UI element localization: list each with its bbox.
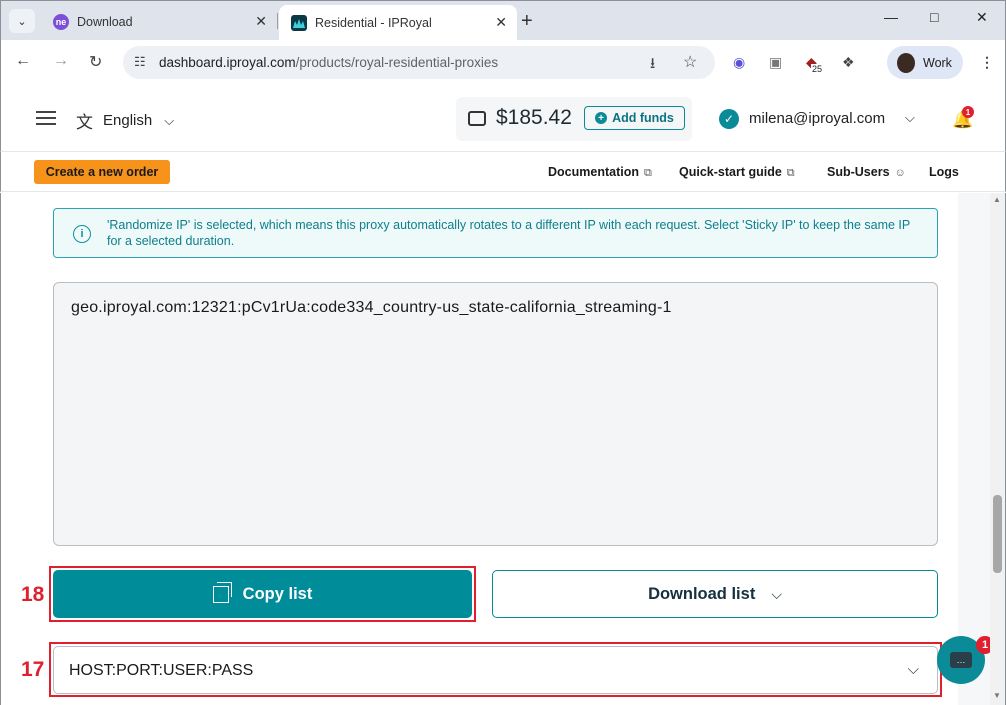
- page-gutter: [958, 193, 990, 705]
- chevron-down-icon: ⌄: [17, 15, 27, 28]
- browser-menu-icon[interactable]: ⋮: [980, 54, 994, 71]
- wallet-icon: [468, 111, 486, 126]
- address-bar[interactable]: ☷ dashboard.iproyal.com/products/royal-r…: [123, 46, 715, 79]
- back-icon[interactable]: ←: [15, 52, 31, 70]
- profile-button[interactable]: Work: [887, 46, 963, 79]
- page-scrollbar[interactable]: ▲ ▼: [990, 193, 1006, 705]
- url-text: dashboard.iproyal.com/products/royal-res…: [159, 55, 498, 70]
- external-link-icon: ⧉: [786, 167, 795, 179]
- add-funds-label: Add funds: [612, 111, 674, 125]
- bookmark-star-icon[interactable]: ☆: [683, 52, 697, 72]
- annotation-number: 18: [21, 583, 45, 606]
- plus-icon: +: [595, 112, 608, 124]
- lens-extension-icon[interactable]: ◉: [733, 54, 745, 71]
- balance-amount: $185.42: [496, 106, 572, 129]
- language-label: English: [103, 112, 153, 129]
- close-tab-icon[interactable]: ✕: [255, 13, 267, 30]
- quick-start-label: Quick-start guide: [679, 165, 782, 179]
- scrollbar-thumb[interactable]: [993, 495, 1002, 573]
- chevron-down-icon: ⌵: [771, 585, 782, 602]
- hamburger-menu-icon[interactable]: [36, 111, 56, 125]
- tab-title: Download: [77, 15, 133, 29]
- documentation-link[interactable]: Documentation ⧉: [548, 165, 652, 180]
- tab-search-button[interactable]: ⌄: [9, 9, 35, 33]
- annotation-number: 17: [21, 658, 45, 681]
- logs-link[interactable]: Logs: [929, 165, 959, 179]
- iproyal-favicon-icon: [291, 15, 307, 31]
- randomize-ip-info-banner: i 'Randomize IP' is selected, which mean…: [53, 208, 938, 258]
- maximize-icon[interactable]: □: [930, 9, 938, 25]
- close-tab-icon[interactable]: ✕: [495, 14, 507, 31]
- documentation-label: Documentation: [548, 165, 639, 179]
- sub-navigation: Create a new order Documentation ⧉ Quick-…: [0, 152, 1006, 192]
- users-icon: ☺: [894, 167, 906, 179]
- browser-tab-bar: ⌄ ne Download ✕ Residential - IPRoyal ✕ …: [0, 0, 1006, 41]
- close-window-icon[interactable]: ✕: [976, 9, 988, 26]
- url-path: /products/royal-residential-proxies: [295, 55, 499, 70]
- extensions-puzzle-icon[interactable]: ❖: [842, 54, 855, 71]
- install-app-icon[interactable]: ⭳: [650, 53, 655, 78]
- forward-icon[interactable]: →: [53, 52, 69, 70]
- tab-download[interactable]: ne Download ✕: [41, 7, 277, 37]
- account-email[interactable]: milena@iproyal.com: [749, 110, 885, 127]
- tab-residential-iproyal[interactable]: Residential - IPRoyal ✕: [279, 5, 517, 41]
- chevron-down-icon: ⌵: [164, 112, 175, 128]
- download-list-label: Download list: [648, 584, 756, 603]
- tab-divider: [277, 13, 278, 29]
- info-text: 'Randomize IP' is selected, which means …: [107, 218, 910, 248]
- site-settings-icon[interactable]: ☷: [134, 54, 146, 70]
- verified-badge-icon: ✓: [719, 109, 739, 129]
- sub-users-label: Sub-Users: [827, 165, 890, 179]
- proxy-list-textarea[interactable]: geo.iproyal.com:12321:pCv1rUa:code334_co…: [53, 282, 938, 546]
- chevron-down-icon[interactable]: ⌵: [905, 110, 915, 126]
- camera-extension-icon[interactable]: ▣: [769, 54, 782, 71]
- avatar: [897, 52, 915, 73]
- scroll-up-icon[interactable]: ▲: [993, 195, 1001, 204]
- info-icon: i: [73, 225, 91, 243]
- favicon-icon: ne: [53, 14, 69, 30]
- language-selector[interactable]: 文 English ⌵: [76, 108, 174, 133]
- reload-icon[interactable]: ↻: [89, 52, 102, 72]
- translate-icon: 文: [76, 113, 93, 132]
- download-list-button[interactable]: Download list ⌵: [492, 570, 938, 618]
- quick-start-guide-link[interactable]: Quick-start guide ⧉: [679, 165, 795, 180]
- notification-badge: 1: [962, 106, 974, 118]
- url-host: dashboard.iproyal.com: [159, 55, 296, 70]
- new-tab-button[interactable]: +: [521, 10, 533, 33]
- profile-label: Work: [923, 55, 952, 70]
- proxy-string: geo.iproyal.com:12321:pCv1rUa:code334_co…: [71, 299, 672, 316]
- scroll-down-icon[interactable]: ▼: [993, 691, 1001, 700]
- balance-panel: $185.42 + Add funds: [456, 97, 692, 141]
- annotation-box-copy: [49, 566, 476, 622]
- tab-title: Residential - IPRoyal: [315, 16, 432, 30]
- browser-toolbar: ← → ↻ ☷ dashboard.iproyal.com/products/r…: [0, 40, 1006, 86]
- extension-badge: 25: [811, 64, 824, 74]
- sub-users-link[interactable]: Sub-Users ☺: [827, 165, 906, 179]
- external-link-icon: ⧉: [643, 167, 652, 179]
- add-funds-button[interactable]: + Add funds: [584, 106, 685, 130]
- create-new-order-button[interactable]: Create a new order: [34, 160, 170, 184]
- app-header: 文 English ⌵ $185.42 + Add funds ✓ milena…: [0, 86, 1006, 152]
- minimize-icon[interactable]: —: [884, 9, 898, 25]
- chat-bubble-icon: …: [950, 652, 972, 668]
- annotation-box-format: [49, 642, 942, 697]
